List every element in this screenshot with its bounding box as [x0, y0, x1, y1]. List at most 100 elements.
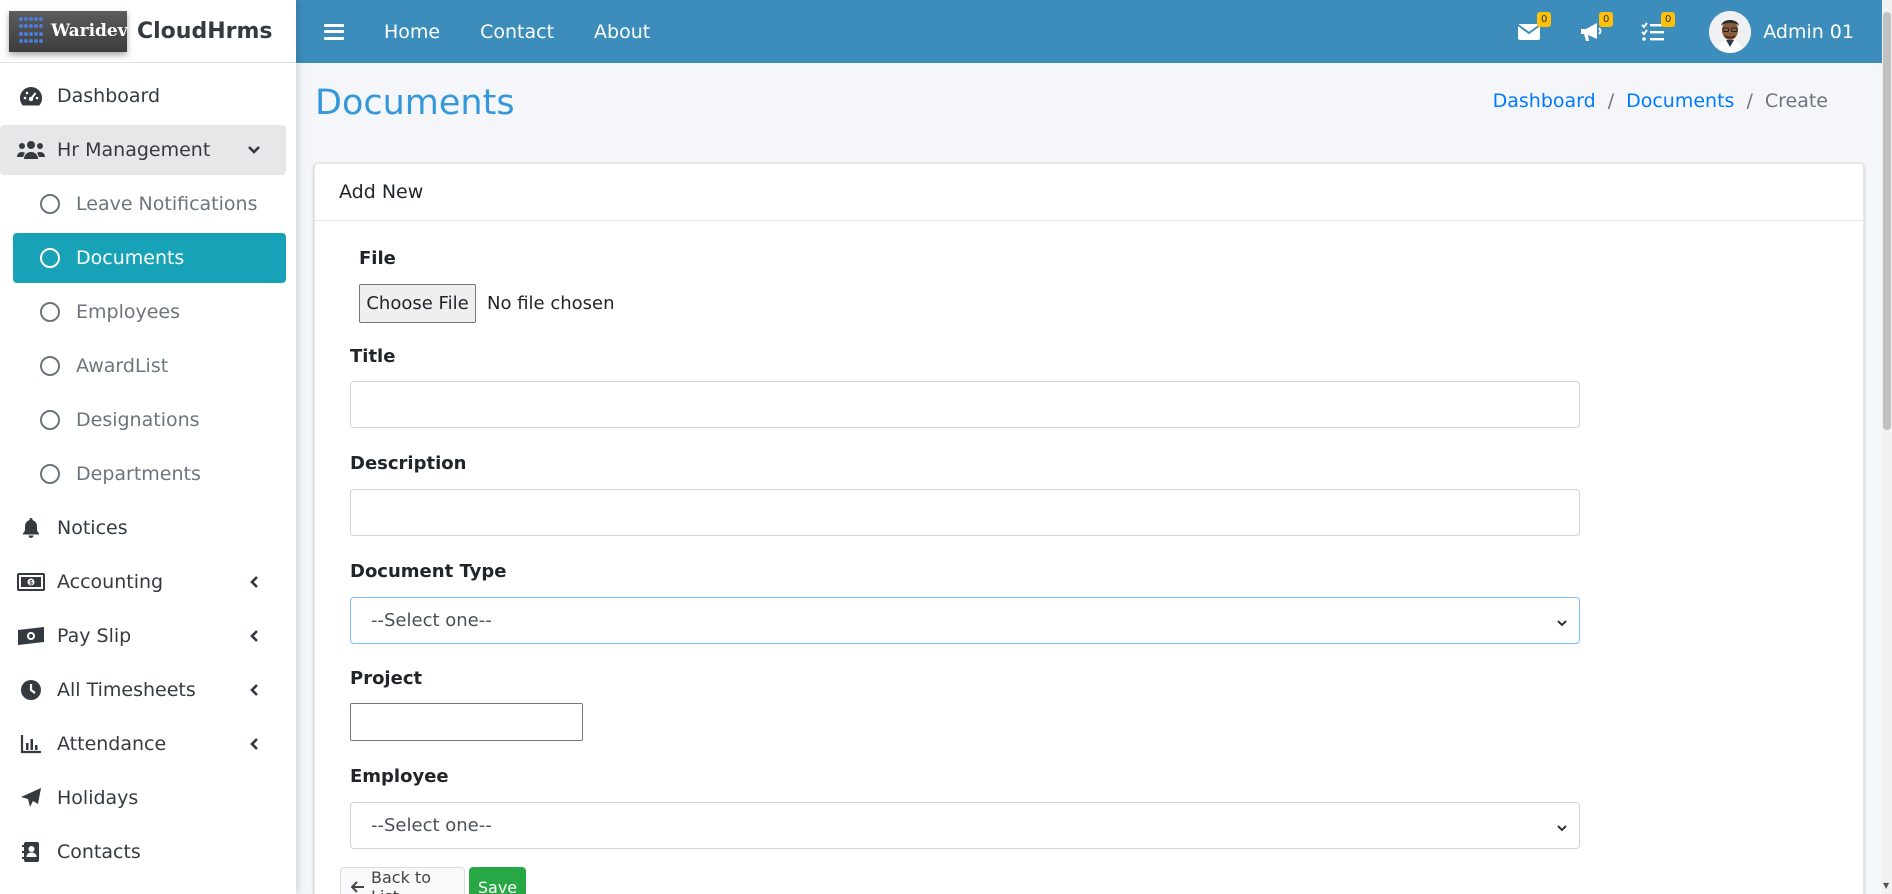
breadcrumb-current: Create: [1764, 90, 1828, 112]
chevron-down-icon: [1555, 614, 1569, 628]
nav-link-home[interactable]: Home: [384, 21, 440, 43]
chevron-down-icon: [244, 140, 264, 160]
sidebar-item-hr-management[interactable]: Hr Management: [0, 125, 286, 175]
brand-logo-text: Waridev: [51, 21, 128, 41]
chevron-down-icon: [1555, 819, 1569, 833]
avatar[interactable]: [1709, 10, 1752, 53]
breadcrumb: Dashboard / Documents / Create: [1493, 90, 1828, 112]
employee-select[interactable]: --Select one--: [350, 802, 1580, 849]
sidebar-item-awardlist[interactable]: AwardList: [13, 341, 286, 391]
sidebar-item-label: Designations: [76, 409, 200, 431]
nav-link-about[interactable]: About: [594, 21, 650, 43]
tasks-icon[interactable]: 0: [1641, 11, 1676, 44]
add-document-card: Add New File Choose File No file chosen …: [314, 163, 1864, 894]
sidebar-item-accounting[interactable]: $ Accounting: [0, 557, 286, 607]
clock-icon: [17, 678, 45, 702]
circle-icon: [40, 194, 60, 214]
project-label: Project: [350, 668, 423, 689]
sidebar-item-attendance[interactable]: Attendance: [0, 719, 286, 769]
address-book-icon: [17, 840, 45, 864]
breadcrumb-link-dashboard[interactable]: Dashboard: [1493, 90, 1596, 112]
messages-badge: 0: [1537, 11, 1552, 27]
sidebar: Waridev CloudHrms Dashboard Hr Managemen…: [0, 0, 296, 894]
chart-icon: [17, 732, 45, 756]
money-icon: $: [17, 570, 45, 594]
back-to-list-label: Back to List: [371, 868, 431, 894]
sidebar-item-notices[interactable]: Notices: [0, 503, 286, 553]
sidebar-item-all-timesheets[interactable]: All Timesheets: [0, 665, 286, 715]
envelope-icon[interactable]: 0: [1517, 11, 1552, 44]
page-title: Documents: [315, 83, 515, 123]
notifications-badge: 0: [1599, 11, 1614, 27]
paper-plane-icon: [17, 786, 45, 810]
card-header: Add New: [315, 164, 1863, 221]
employee-label: Employee: [350, 766, 449, 787]
breadcrumb-separator: /: [1746, 90, 1753, 112]
brand-logo: Waridev: [9, 10, 128, 52]
document-type-select[interactable]: --Select one--: [350, 597, 1580, 644]
tasks-badge: 0: [1661, 11, 1676, 27]
chevron-left-icon: [244, 626, 264, 646]
sidebar-item-designations[interactable]: Designations: [13, 395, 286, 445]
title-label: Title: [350, 346, 396, 367]
chevron-left-icon: [244, 572, 264, 592]
circle-icon: [40, 302, 60, 322]
sidebar-item-label: All Timesheets: [57, 679, 196, 701]
sidebar-item-leave-notifications[interactable]: Leave Notifications: [13, 179, 286, 229]
logo-dots-icon: [19, 17, 43, 45]
users-icon: [17, 138, 45, 162]
top-navbar: Home Contact About 0 0 0 Admin 01: [296, 0, 1882, 63]
file-status: No file chosen: [487, 293, 615, 314]
sidebar-nav: Dashboard Hr Management Leave Notificati…: [0, 63, 296, 877]
sidebar-item-label: Holidays: [57, 787, 139, 809]
bullhorn-icon[interactable]: 0: [1579, 11, 1614, 44]
document-type-value: --Select one--: [371, 610, 492, 631]
save-button[interactable]: Save: [469, 867, 526, 894]
title-input[interactable]: [350, 381, 1580, 428]
sidebar-item-label: Notices: [57, 517, 128, 539]
hamburger-menu-icon[interactable]: [324, 22, 344, 42]
sidebar-item-label: Dashboard: [57, 85, 161, 107]
scroll-down-arrow-icon[interactable]: ▼: [1883, 881, 1889, 890]
chevron-left-icon: [244, 734, 264, 754]
sidebar-item-label: Attendance: [57, 733, 167, 755]
sidebar-item-pay-slip[interactable]: Pay Slip: [0, 611, 286, 661]
document-type-label: Document Type: [350, 561, 507, 582]
nav-link-contact[interactable]: Contact: [480, 21, 554, 43]
bell-icon: [17, 516, 45, 540]
back-to-list-button[interactable]: Back to List: [340, 867, 465, 894]
sidebar-item-label: Leave Notifications: [76, 193, 258, 215]
sidebar-item-employees[interactable]: Employees: [13, 287, 286, 337]
employee-value: --Select one--: [371, 815, 492, 836]
user-name[interactable]: Admin 01: [1763, 21, 1854, 43]
brand-name: CloudHrms: [137, 18, 273, 44]
sidebar-item-label: Departments: [76, 463, 201, 485]
page-scrollbar[interactable]: ▼: [1882, 0, 1892, 894]
sidebar-item-label: Hr Management: [57, 139, 211, 161]
brand[interactable]: Waridev CloudHrms: [0, 0, 296, 63]
sidebar-item-holidays[interactable]: Holidays: [0, 773, 286, 823]
arrow-left-icon: [351, 881, 365, 893]
breadcrumb-link-documents[interactable]: Documents: [1626, 90, 1734, 112]
sidebar-item-label: Accounting: [57, 571, 164, 593]
circle-icon: [40, 464, 60, 484]
sidebar-item-contacts[interactable]: Contacts: [0, 827, 286, 877]
choose-file-button[interactable]: Choose File: [359, 284, 476, 323]
sidebar-item-label: Documents: [76, 247, 185, 269]
file-label: File: [359, 248, 396, 269]
navbar-right: 0 0 0 Admin 01: [1517, 0, 1854, 63]
sidebar-item-label: AwardList: [76, 355, 169, 377]
sidebar-item-label: Employees: [76, 301, 180, 323]
circle-icon: [40, 356, 60, 376]
circle-icon: [40, 248, 60, 268]
scrollbar-thumb[interactable]: [1883, 12, 1891, 430]
sidebar-item-documents[interactable]: Documents: [13, 233, 286, 283]
sidebar-item-dashboard[interactable]: Dashboard: [0, 71, 286, 121]
main-content: Documents Dashboard / Documents / Create…: [296, 63, 1882, 894]
description-input[interactable]: [350, 489, 1580, 536]
sidebar-item-label: Contacts: [57, 841, 141, 863]
sidebar-item-departments[interactable]: Departments: [13, 449, 286, 499]
dashboard-icon: [17, 84, 45, 108]
project-input[interactable]: [350, 703, 583, 741]
circle-icon: [40, 410, 60, 430]
